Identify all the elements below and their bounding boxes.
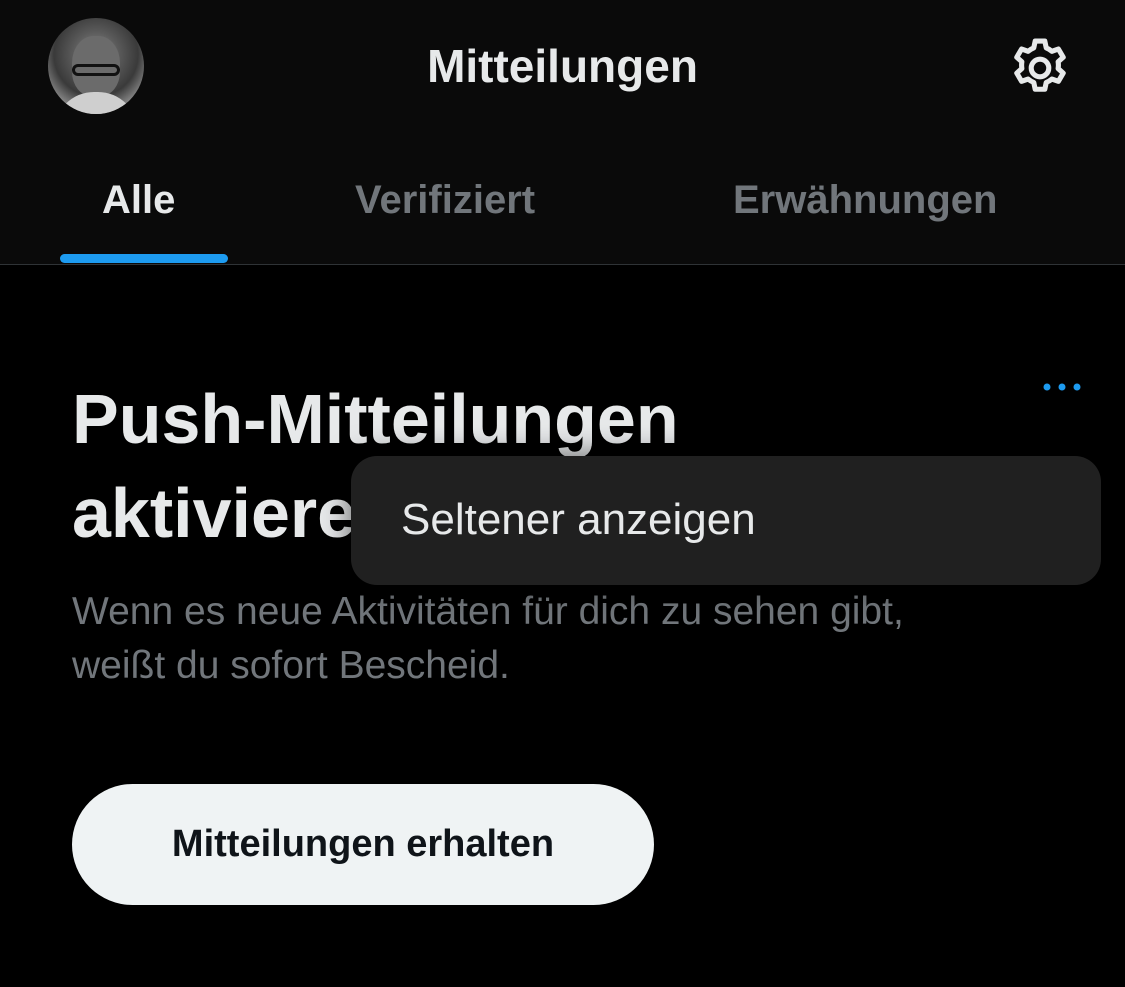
popup-menu: Seltener anzeigen [351,456,1101,585]
more-dots-icon[interactable] [1040,372,1084,402]
active-tab-indicator [60,254,228,263]
tab-all[interactable]: Alle [102,172,175,228]
push-notification-description: Wenn es neue Aktivitäten für dich zu seh… [72,590,904,687]
page-title: Mitteilungen [427,40,698,92]
menu-item-show-less[interactable]: Seltener anzeigen [401,492,756,548]
gear-icon[interactable] [1006,34,1074,102]
get-notifications-button[interactable]: Mitteilungen erhalten [72,784,654,905]
tab-mentions[interactable]: Erwähnungen [733,172,997,228]
avatar-shoulders [54,92,138,114]
tab-verified[interactable]: Verifiziert [355,172,535,228]
top-header: Mitteilungen Alle Verifiziert Erwähnunge… [0,0,1125,265]
